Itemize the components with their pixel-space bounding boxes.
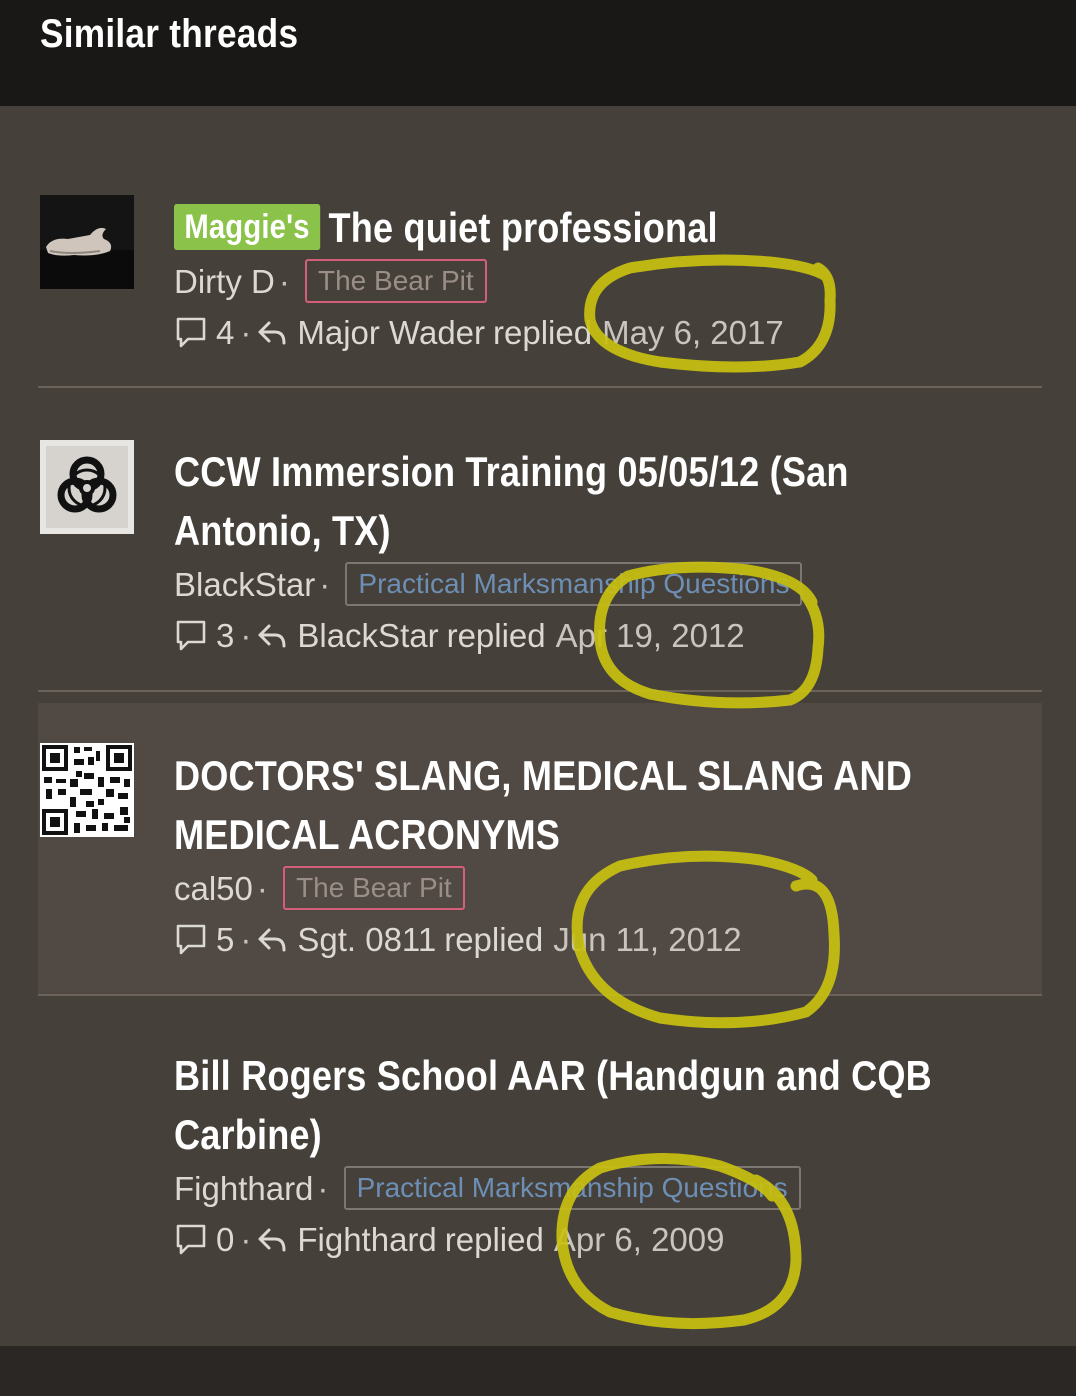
biohazard-icon [40, 440, 134, 534]
thread-stats: 4 · Major Wader replied May 6, 2017 [174, 307, 974, 359]
thread-title[interactable]: The quiet professional [329, 204, 718, 251]
avatar[interactable] [40, 440, 134, 534]
similar-threads-list: Maggie's The quiet professional Dirty D · … [0, 106, 1076, 1346]
reply-icon [258, 928, 286, 952]
thread-title[interactable]: CCW Immersion Training 05/05/12 (San [174, 442, 974, 501]
thread-item: Bill Rogers School AAR (Handgun and CQB … [174, 1046, 974, 1266]
avatar[interactable] [40, 743, 134, 837]
comment-icon [176, 924, 206, 955]
replied-label: replied [446, 617, 546, 654]
last-replier[interactable]: Sgt. 0811 [297, 914, 436, 966]
reply-count: 3 [216, 617, 235, 654]
reply-count: 4 [216, 314, 235, 351]
thread-author[interactable]: Fighthard [174, 1170, 313, 1207]
thread-title-cont[interactable]: Antonio, TX) [174, 501, 974, 560]
thread-item: CCW Immersion Training 05/05/12 (San Ant… [174, 442, 974, 662]
thread-author[interactable]: cal50 [174, 870, 253, 907]
comment-icon [176, 620, 206, 651]
comment-icon [176, 1224, 206, 1255]
last-reply-date[interactable]: Apr 19, 2012 [556, 610, 745, 662]
forum-tag[interactable]: The Bear Pit [283, 866, 465, 910]
forum-tag[interactable]: The Bear Pit [305, 259, 487, 303]
last-reply-date[interactable]: Apr 6, 2009 [554, 1214, 725, 1266]
reply-count: 0 [216, 1221, 235, 1258]
last-replier[interactable]: Fighthard [297, 1214, 436, 1266]
thread-stats: 0 · Fighthard replied Apr 6, 2009 [174, 1214, 974, 1266]
avatar[interactable] [40, 195, 134, 289]
thread-prefix[interactable]: Maggie's [174, 204, 320, 250]
last-reply-date[interactable]: May 6, 2017 [602, 307, 784, 359]
thread-meta: cal50 · The Bear Pit [174, 864, 974, 914]
thread-item: Maggie's The quiet professional Dirty D · … [174, 198, 974, 359]
thread-stats: 5 · Sgt. 0811 replied Jun 11, 2012 [174, 914, 974, 966]
divider [38, 690, 1042, 692]
replied-label: replied [444, 921, 544, 958]
thread-meta: Dirty D · The Bear Pit [174, 257, 974, 307]
thread-title-cont[interactable]: Carbine) [174, 1105, 974, 1164]
reply-icon [258, 321, 286, 345]
thread-item: DOCTORS' SLANG, MEDICAL SLANG AND MEDICA… [174, 746, 974, 966]
thread-meta: BlackStar · Practical Marksmanship Questi… [174, 560, 974, 610]
forum-tag[interactable]: Practical Marksmanship Questions [343, 1166, 801, 1210]
replied-label: replied [493, 314, 593, 351]
replied-label: replied [444, 1221, 544, 1258]
reply-count: 5 [216, 921, 235, 958]
footer-bar [0, 1346, 1076, 1396]
divider [38, 994, 1042, 996]
divider [38, 386, 1042, 388]
qr-code-icon [40, 743, 134, 837]
thread-title[interactable]: Bill Rogers School AAR (Handgun and CQB [174, 1046, 974, 1105]
section-header: Similar threads [0, 0, 1076, 106]
last-reply-date[interactable]: Jun 11, 2012 [553, 914, 741, 966]
reply-icon [258, 624, 286, 648]
thread-title-link[interactable]: Maggie's The quiet professional [174, 198, 974, 257]
thread-author[interactable]: BlackStar [174, 566, 315, 603]
forum-tag[interactable]: Practical Marksmanship Questions [345, 562, 803, 606]
thread-title[interactable]: DOCTORS' SLANG, MEDICAL SLANG AND [174, 746, 974, 805]
thread-meta: Fighthard · Practical Marksmanship Questi… [174, 1164, 974, 1214]
thread-stats: 3 · BlackStar replied Apr 19, 2012 [174, 610, 974, 662]
last-replier[interactable]: Major Wader [297, 307, 485, 359]
reply-icon [258, 1228, 286, 1252]
thread-title-cont[interactable]: MEDICAL ACRONYMS [174, 805, 974, 864]
last-replier[interactable]: BlackStar [297, 610, 438, 662]
section-title: Similar threads [40, 12, 299, 56]
comment-icon [176, 317, 206, 348]
thread-author[interactable]: Dirty D [174, 263, 275, 300]
